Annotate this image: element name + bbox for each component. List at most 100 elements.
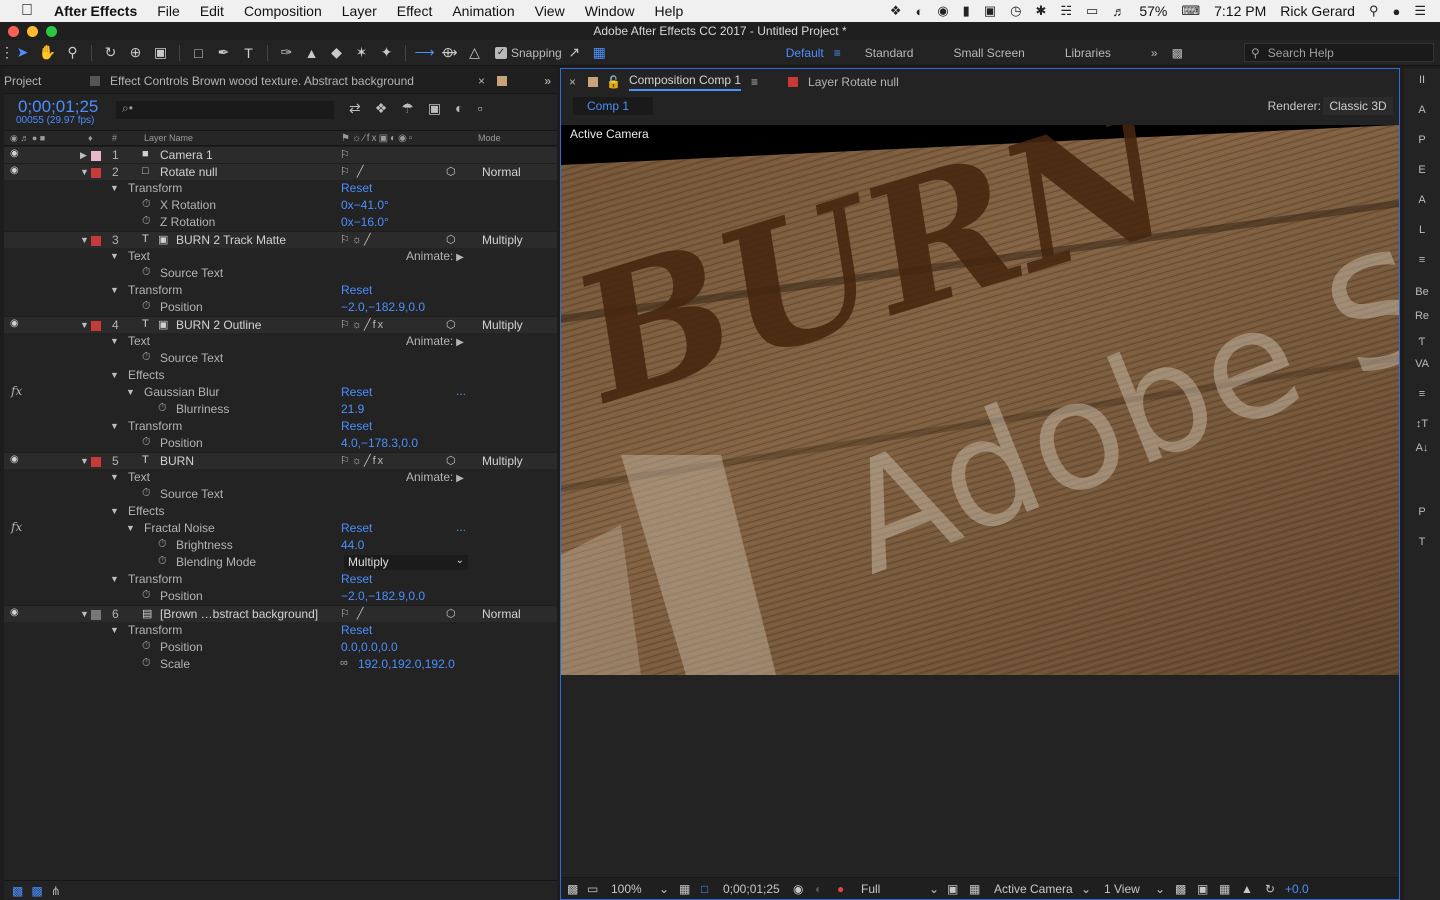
right-rail-panel-icon[interactable]: A (1404, 104, 1440, 116)
right-rail-panel-icon[interactable]: P (1404, 134, 1440, 146)
puppet-pin-tool-icon[interactable]: ✦ (374, 44, 399, 61)
expand-twirl-icon[interactable]: ▼ (110, 285, 119, 295)
shy-layers-icon[interactable]: ☂ (401, 100, 414, 117)
property-group-name[interactable]: Effects (128, 368, 164, 382)
stopwatch-icon[interactable]: ⏱ (142, 351, 151, 364)
flowchart-icon[interactable]: ▲ (1241, 882, 1253, 896)
property-row[interactable]: ⏱ Brightness 44.0 (4, 537, 557, 554)
tab-project[interactable]: Project (4, 74, 41, 88)
wifi-icon[interactable]: ☵ (1060, 3, 1072, 19)
menu-effect[interactable]: Effect (397, 3, 433, 19)
layer-name-column-header[interactable]: Layer Name (144, 133, 193, 143)
motion-blur-icon[interactable]: ◐ (455, 100, 463, 117)
right-rail-panel-icon[interactable]: ≡ (1404, 254, 1440, 266)
exposure-value[interactable]: +0.0 (1285, 882, 1309, 896)
property-row[interactable]: ⏱ Source Text (4, 265, 557, 282)
rectangle-tool-icon[interactable]: □ (186, 45, 211, 61)
tab-composition-comp1[interactable]: Composition Comp 1 (628, 73, 742, 91)
property-group-name[interactable]: Transform (128, 572, 182, 586)
clock[interactable]: 7:12 PM (1214, 3, 1266, 19)
property-value[interactable]: 21.9 (341, 402, 364, 416)
right-rail-panel-icon[interactable]: A↓ (1404, 442, 1440, 454)
renderer-value[interactable]: Classic 3D (1323, 97, 1393, 115)
workspace-panel-icon[interactable]: ▩ (1172, 46, 1183, 60)
user-name[interactable]: Rick Gerard (1280, 3, 1355, 19)
transfer-controls-toggle-icon[interactable]: ▩ (31, 884, 42, 898)
stopwatch-icon[interactable]: ⏱ (142, 487, 151, 500)
timeline-icon[interactable]: ▦ (1219, 882, 1230, 896)
wd-drive-icon[interactable]: ▣ (984, 3, 996, 19)
spotlight-icon[interactable]: ⚲ (1369, 3, 1379, 19)
stopwatch-icon[interactable]: ⏱ (158, 538, 167, 551)
layer-row[interactable]: ▼ 3 T ▣ BURN 2 Track Matte ⚐☼╱ ⬡ Multiply (4, 231, 557, 248)
layer-name[interactable]: Rotate null (160, 165, 217, 179)
right-rail-panel-icon[interactable]: ≡ (1404, 388, 1440, 400)
property-value[interactable]: 44.0 (341, 538, 364, 552)
right-rail-panel-icon[interactable]: A (1404, 194, 1440, 206)
layer-label-color[interactable] (91, 321, 101, 331)
workspace-libraries[interactable]: Libraries (1065, 46, 1111, 60)
layer-switches[interactable]: ⚐☼╱fx (340, 318, 385, 331)
layer-row[interactable]: ◉ ▶ 1 ■ Camera 1 ⚐ (4, 146, 557, 163)
expand-twirl-icon[interactable]: ▼ (110, 574, 119, 584)
menu-help[interactable]: Help (655, 3, 684, 19)
comp1-breadcrumb[interactable]: Comp 1 (573, 97, 653, 115)
chevron-down-icon[interactable]: ⌄ (659, 882, 669, 896)
current-time-footer[interactable]: 0;00;01;25 (723, 882, 780, 896)
effect-toggle-icon[interactable]: fx (11, 520, 22, 534)
layer-search-input[interactable]: ⌕• (116, 101, 334, 119)
expand-twirl-icon[interactable]: ▼ (110, 251, 119, 261)
layer-switches[interactable]: ⚐ ╱ (340, 607, 366, 620)
effect-toggle-icon[interactable]: fx (11, 384, 22, 398)
selection-tool-icon[interactable]: ➤ (10, 44, 35, 61)
stopwatch-icon[interactable]: ⏱ (142, 657, 151, 670)
right-rail-panel-icon[interactable]: Re (1404, 310, 1440, 322)
creative-cloud-icon[interactable]: ◉ (937, 3, 948, 19)
world-axis-mode-icon[interactable]: ⟴ (437, 44, 462, 61)
property-row[interactable]: ⏱ Position 4.0,−178.3,0.0 (4, 435, 557, 452)
workspace-default[interactable]: Default (786, 46, 824, 60)
workspace-small-screen[interactable]: Small Screen (953, 46, 1024, 60)
animate-menu[interactable]: Animate: ▶ (406, 334, 464, 348)
composition-viewer[interactable]: BURN Adobe S Active Camera (561, 125, 1399, 675)
layer-row[interactable]: ◉ ▼ 6 ▤ [Brown …bstract background] ⚐ ╱ ⬡ Norma… (4, 605, 557, 622)
property-value[interactable]: 0x−16.0° (341, 215, 389, 229)
property-group-name[interactable]: Transform (128, 283, 182, 297)
layer-row[interactable]: ◉ ▼ 2 □ Rotate null ⚐ ╱ ⬡ Normal (4, 163, 557, 180)
comp-panel-menu-icon[interactable]: ≡ (751, 75, 758, 89)
visibility-eye-icon[interactable]: ◉ (10, 148, 19, 159)
property-row[interactable]: ▼ Transform Reset (4, 180, 557, 197)
expand-twirl-icon[interactable]: ▼ (110, 421, 119, 431)
property-row[interactable]: fx ▼ Fractal Noise Reset... (4, 520, 557, 537)
show-snapshot-icon[interactable]: ◐ (815, 882, 822, 896)
property-row[interactable]: ▼ Transform Reset (4, 622, 557, 639)
apple-icon[interactable]:  (0, 2, 54, 20)
animate-menu[interactable]: Animate: ▶ (406, 470, 464, 484)
expand-twirl-icon[interactable]: ▼ (80, 609, 89, 619)
expand-twirl-icon[interactable]: ▼ (126, 387, 135, 397)
monitor-icon[interactable]: ▭ (587, 882, 598, 896)
clone-stamp-tool-icon[interactable]: ▲ (299, 45, 324, 61)
expand-twirl-icon[interactable]: ▼ (126, 523, 135, 533)
frame-blending-icon[interactable]: ▣ (428, 100, 441, 117)
reset-link[interactable]: Reset (341, 181, 372, 195)
property-row[interactable]: ⏱ Z Rotation 0x−16.0° (4, 214, 557, 231)
property-row[interactable]: fx ▼ Gaussian Blur Reset... (4, 384, 557, 401)
always-preview-icon[interactable]: ▩ (567, 882, 578, 896)
property-row[interactable]: ⏱ Blending Mode Multiply ⌄ (4, 554, 557, 571)
layer-name[interactable]: [Brown …bstract background] (160, 607, 318, 621)
3d-renderer-icon[interactable]: ▣ (1197, 882, 1208, 896)
tab-layer-rotate-null[interactable]: Layer Rotate null (808, 75, 899, 89)
pan-behind-tool-icon[interactable]: ▣ (148, 44, 173, 61)
menu-file[interactable]: File (157, 3, 180, 19)
expand-twirl-icon[interactable]: ▼ (80, 235, 89, 245)
camera-tool-icon[interactable]: ⊕ (123, 44, 148, 61)
right-rail-panel-icon[interactable]: VA (1404, 358, 1440, 370)
close-tab-icon[interactable]: × (478, 74, 485, 88)
lock-icon[interactable]: 🔓 (606, 75, 621, 89)
3d-layer-cube-icon[interactable]: ⬡ (446, 607, 456, 620)
workspace-standard[interactable]: Standard (865, 46, 914, 60)
property-group-name[interactable]: Effects (128, 504, 164, 518)
pen-tool-icon[interactable]: ✒ (211, 44, 236, 61)
app-menu[interactable]: After Effects (54, 3, 137, 19)
